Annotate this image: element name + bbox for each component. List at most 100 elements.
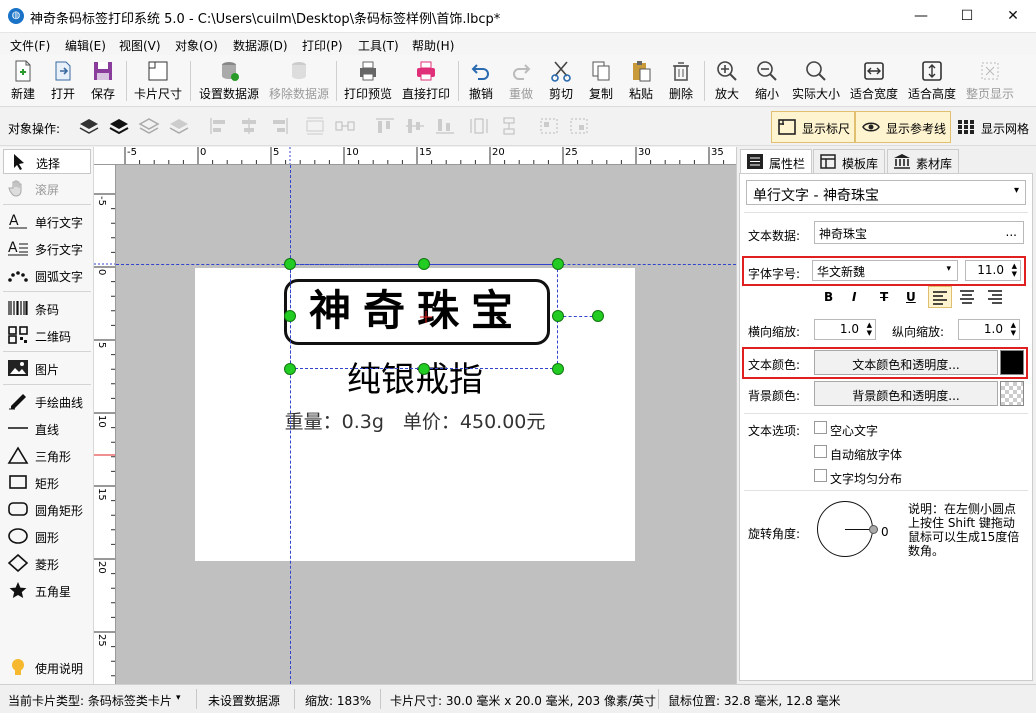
autoscale-checkbox[interactable] bbox=[814, 445, 827, 458]
chevron-down-icon[interactable]: ▾ bbox=[176, 693, 181, 703]
align-left-icon[interactable] bbox=[208, 116, 232, 138]
actual-size-button[interactable]: 实际大小 bbox=[790, 57, 842, 105]
tool-barcode[interactable]: 条码 bbox=[3, 296, 91, 321]
text-color-swatch[interactable] bbox=[1000, 350, 1024, 375]
selection-handle[interactable] bbox=[418, 258, 430, 270]
align-top-icon[interactable] bbox=[374, 116, 398, 138]
tool-multi-text[interactable]: A 多行文字 bbox=[3, 236, 91, 261]
rotation-handle[interactable] bbox=[592, 310, 604, 322]
tool-arc-text[interactable]: 圆弧文字 bbox=[3, 263, 91, 288]
close-button[interactable]: ✕ bbox=[990, 0, 1036, 32]
same-height-icon[interactable] bbox=[498, 116, 522, 138]
align-bottom-icon[interactable] bbox=[434, 116, 458, 138]
tab-templates[interactable]: 模板库 bbox=[813, 149, 886, 173]
strike-button[interactable]: T bbox=[880, 290, 888, 304]
send-backward-icon[interactable] bbox=[138, 116, 162, 138]
selection-handle[interactable] bbox=[418, 363, 430, 375]
menu-print[interactable]: 打印(P) bbox=[302, 37, 343, 54]
align-left-text-button[interactable] bbox=[928, 286, 952, 308]
bg-color-button[interactable]: 背景颜色和透明度... bbox=[814, 381, 998, 406]
rotation-dial-handle[interactable] bbox=[869, 525, 878, 534]
remove-datasource-button[interactable]: 移除数据源 bbox=[266, 57, 332, 105]
align-center-icon[interactable] bbox=[238, 116, 262, 138]
distribute-v-icon[interactable] bbox=[334, 116, 358, 138]
tool-triangle[interactable]: 三角形 bbox=[3, 443, 91, 468]
bold-button[interactable]: B bbox=[824, 290, 833, 304]
align-right-text-button[interactable] bbox=[984, 286, 1008, 308]
tool-qrcode[interactable]: 二维码 bbox=[3, 323, 91, 348]
tool-rectangle[interactable]: 矩形 bbox=[3, 470, 91, 495]
menu-datasource[interactable]: 数据源(D) bbox=[233, 37, 288, 54]
tab-materials[interactable]: 素材库 bbox=[887, 149, 960, 173]
tool-scroll[interactable]: 滚屏 bbox=[3, 176, 91, 201]
show-ruler-toggle[interactable]: 显示标尺 bbox=[771, 111, 856, 143]
menu-help[interactable]: 帮助(H) bbox=[412, 37, 454, 54]
font-size-spinner[interactable]: 11.0 ▲ ▼ bbox=[965, 260, 1021, 281]
selection-handle[interactable] bbox=[284, 258, 296, 270]
selection-handle[interactable] bbox=[552, 310, 564, 322]
fit-page-button[interactable]: 整页显示 bbox=[964, 57, 1016, 105]
save-button[interactable]: 保存 bbox=[86, 57, 120, 105]
send-to-back-icon[interactable] bbox=[168, 116, 192, 138]
vscale-spinner[interactable]: 1.0 ▲ ▼ bbox=[958, 319, 1020, 340]
direct-print-button[interactable]: 直接打印 bbox=[400, 57, 452, 105]
hscale-spinner[interactable]: 1.0 ▲ ▼ bbox=[814, 319, 876, 340]
underline-button[interactable]: U bbox=[906, 290, 916, 304]
tool-line[interactable]: 直线 bbox=[3, 416, 91, 441]
object-select[interactable]: 单行文字 - 神奇珠宝 ▾ bbox=[746, 180, 1026, 205]
tool-ellipse[interactable]: 圆形 bbox=[3, 524, 91, 549]
menu-edit[interactable]: 编辑(E) bbox=[65, 37, 106, 54]
tool-single-text[interactable]: A 单行文字 bbox=[3, 209, 91, 234]
paste-button[interactable]: 粘贴 bbox=[624, 57, 658, 105]
cut-button[interactable]: 剪切 bbox=[544, 57, 578, 105]
selection-handle[interactable] bbox=[284, 310, 296, 322]
menu-file[interactable]: 文件(F) bbox=[10, 37, 50, 54]
menu-object[interactable]: 对象(O) bbox=[175, 37, 218, 54]
italic-button[interactable]: I bbox=[852, 290, 856, 304]
text-data-field[interactable]: 神奇珠宝 ... bbox=[814, 221, 1024, 244]
font-family-select[interactable]: 华文新魏 ▾ bbox=[812, 260, 958, 281]
more-button[interactable]: ... bbox=[1006, 225, 1017, 239]
redo-button[interactable]: 重做 bbox=[504, 57, 538, 105]
open-button[interactable]: 打开 bbox=[46, 57, 80, 105]
tool-help[interactable]: 使用说明 bbox=[3, 655, 91, 680]
new-button[interactable]: 新建 bbox=[6, 57, 40, 105]
bring-forward-icon[interactable] bbox=[78, 116, 102, 138]
distribute-h-icon[interactable] bbox=[304, 116, 328, 138]
bring-to-front-icon[interactable] bbox=[108, 116, 132, 138]
tool-image[interactable]: 图片 bbox=[3, 356, 91, 381]
bg-color-swatch[interactable] bbox=[1000, 381, 1024, 406]
tool-star[interactable]: 五角星 bbox=[3, 578, 91, 603]
show-guides-toggle[interactable]: 显示参考线 bbox=[855, 111, 952, 143]
selection-handle[interactable] bbox=[552, 363, 564, 375]
minimize-button[interactable]: — bbox=[898, 0, 944, 32]
copy-button[interactable]: 复制 bbox=[584, 57, 618, 105]
text-color-button[interactable]: 文本颜色和透明度... bbox=[814, 350, 998, 375]
align-right-icon[interactable] bbox=[268, 116, 292, 138]
selection-handle[interactable] bbox=[284, 363, 296, 375]
tool-freehand[interactable]: 手绘曲线 bbox=[3, 389, 91, 414]
tool-select[interactable]: 选择 bbox=[3, 149, 91, 174]
show-grid-toggle[interactable]: 显示网格 bbox=[950, 111, 1034, 143]
set-datasource-button[interactable]: 设置数据源 bbox=[196, 57, 262, 105]
menu-view[interactable]: 视图(V) bbox=[119, 37, 161, 54]
zoom-in-button[interactable]: 放大 bbox=[710, 57, 744, 105]
selection-handle[interactable] bbox=[552, 258, 564, 270]
card-size-button[interactable]: 卡片尺寸 bbox=[132, 57, 184, 105]
tool-diamond[interactable]: 菱形 bbox=[3, 551, 91, 576]
vertical-guide-line[interactable] bbox=[290, 165, 291, 684]
tab-properties[interactable]: 属性栏 bbox=[740, 149, 813, 174]
delete-button[interactable]: 删除 bbox=[664, 57, 698, 105]
fit-height-button[interactable]: 适合高度 bbox=[906, 57, 958, 105]
same-width-icon[interactable] bbox=[468, 116, 492, 138]
group-icon[interactable] bbox=[538, 116, 562, 138]
hollow-checkbox[interactable] bbox=[814, 421, 827, 434]
tool-rounded-rect[interactable]: 圆角矩形 bbox=[3, 497, 91, 522]
ungroup-icon[interactable] bbox=[568, 116, 592, 138]
align-middle-icon[interactable] bbox=[404, 116, 428, 138]
print-preview-button[interactable]: 打印预览 bbox=[342, 57, 394, 105]
design-canvas[interactable]: 神奇珠宝 纯银戒指 重量：0.3g 单价：450.00元 bbox=[116, 165, 736, 684]
align-center-text-button[interactable] bbox=[956, 286, 980, 308]
status-card-type[interactable]: 当前卡片类型: 条码标签类卡片 bbox=[8, 692, 172, 709]
even-checkbox[interactable] bbox=[814, 469, 827, 482]
